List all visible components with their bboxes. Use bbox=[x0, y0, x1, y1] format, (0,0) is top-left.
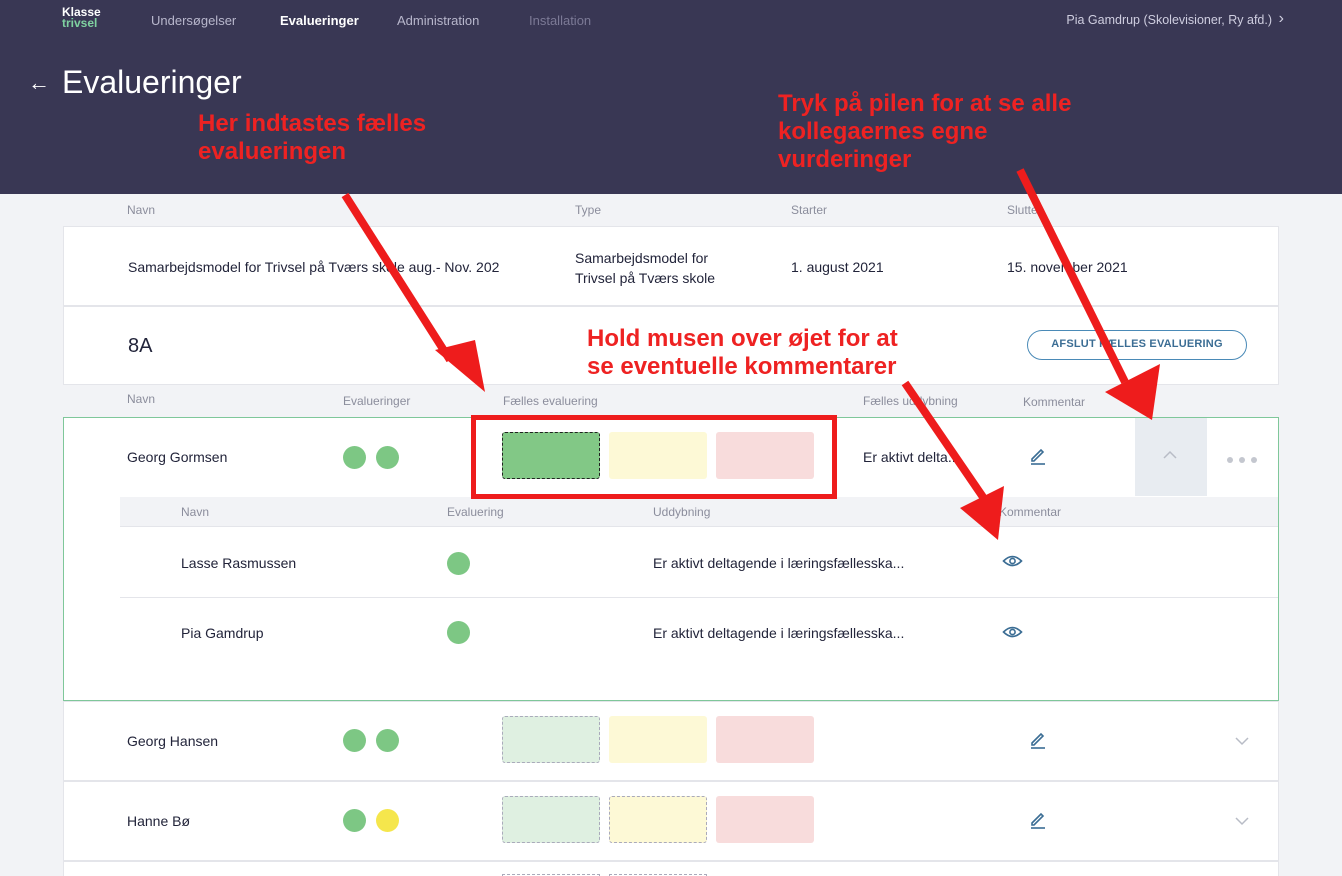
annotation-eye-comments: Hold musen over øjet for at se eventuell… bbox=[587, 325, 898, 380]
annotation-shared-evaluation: Her indtastes fælles evalueringen bbox=[198, 110, 427, 165]
annotation-arrowhead-2 bbox=[1105, 364, 1160, 420]
annotation-arrow-colleagues: Tryk på pilen for at se alle kollegaerne… bbox=[778, 90, 1072, 173]
annotation-arrow-2 bbox=[1016, 168, 1129, 384]
annotation-arrow-1 bbox=[341, 192, 454, 363]
annotation-arrow-3 bbox=[901, 380, 989, 503]
